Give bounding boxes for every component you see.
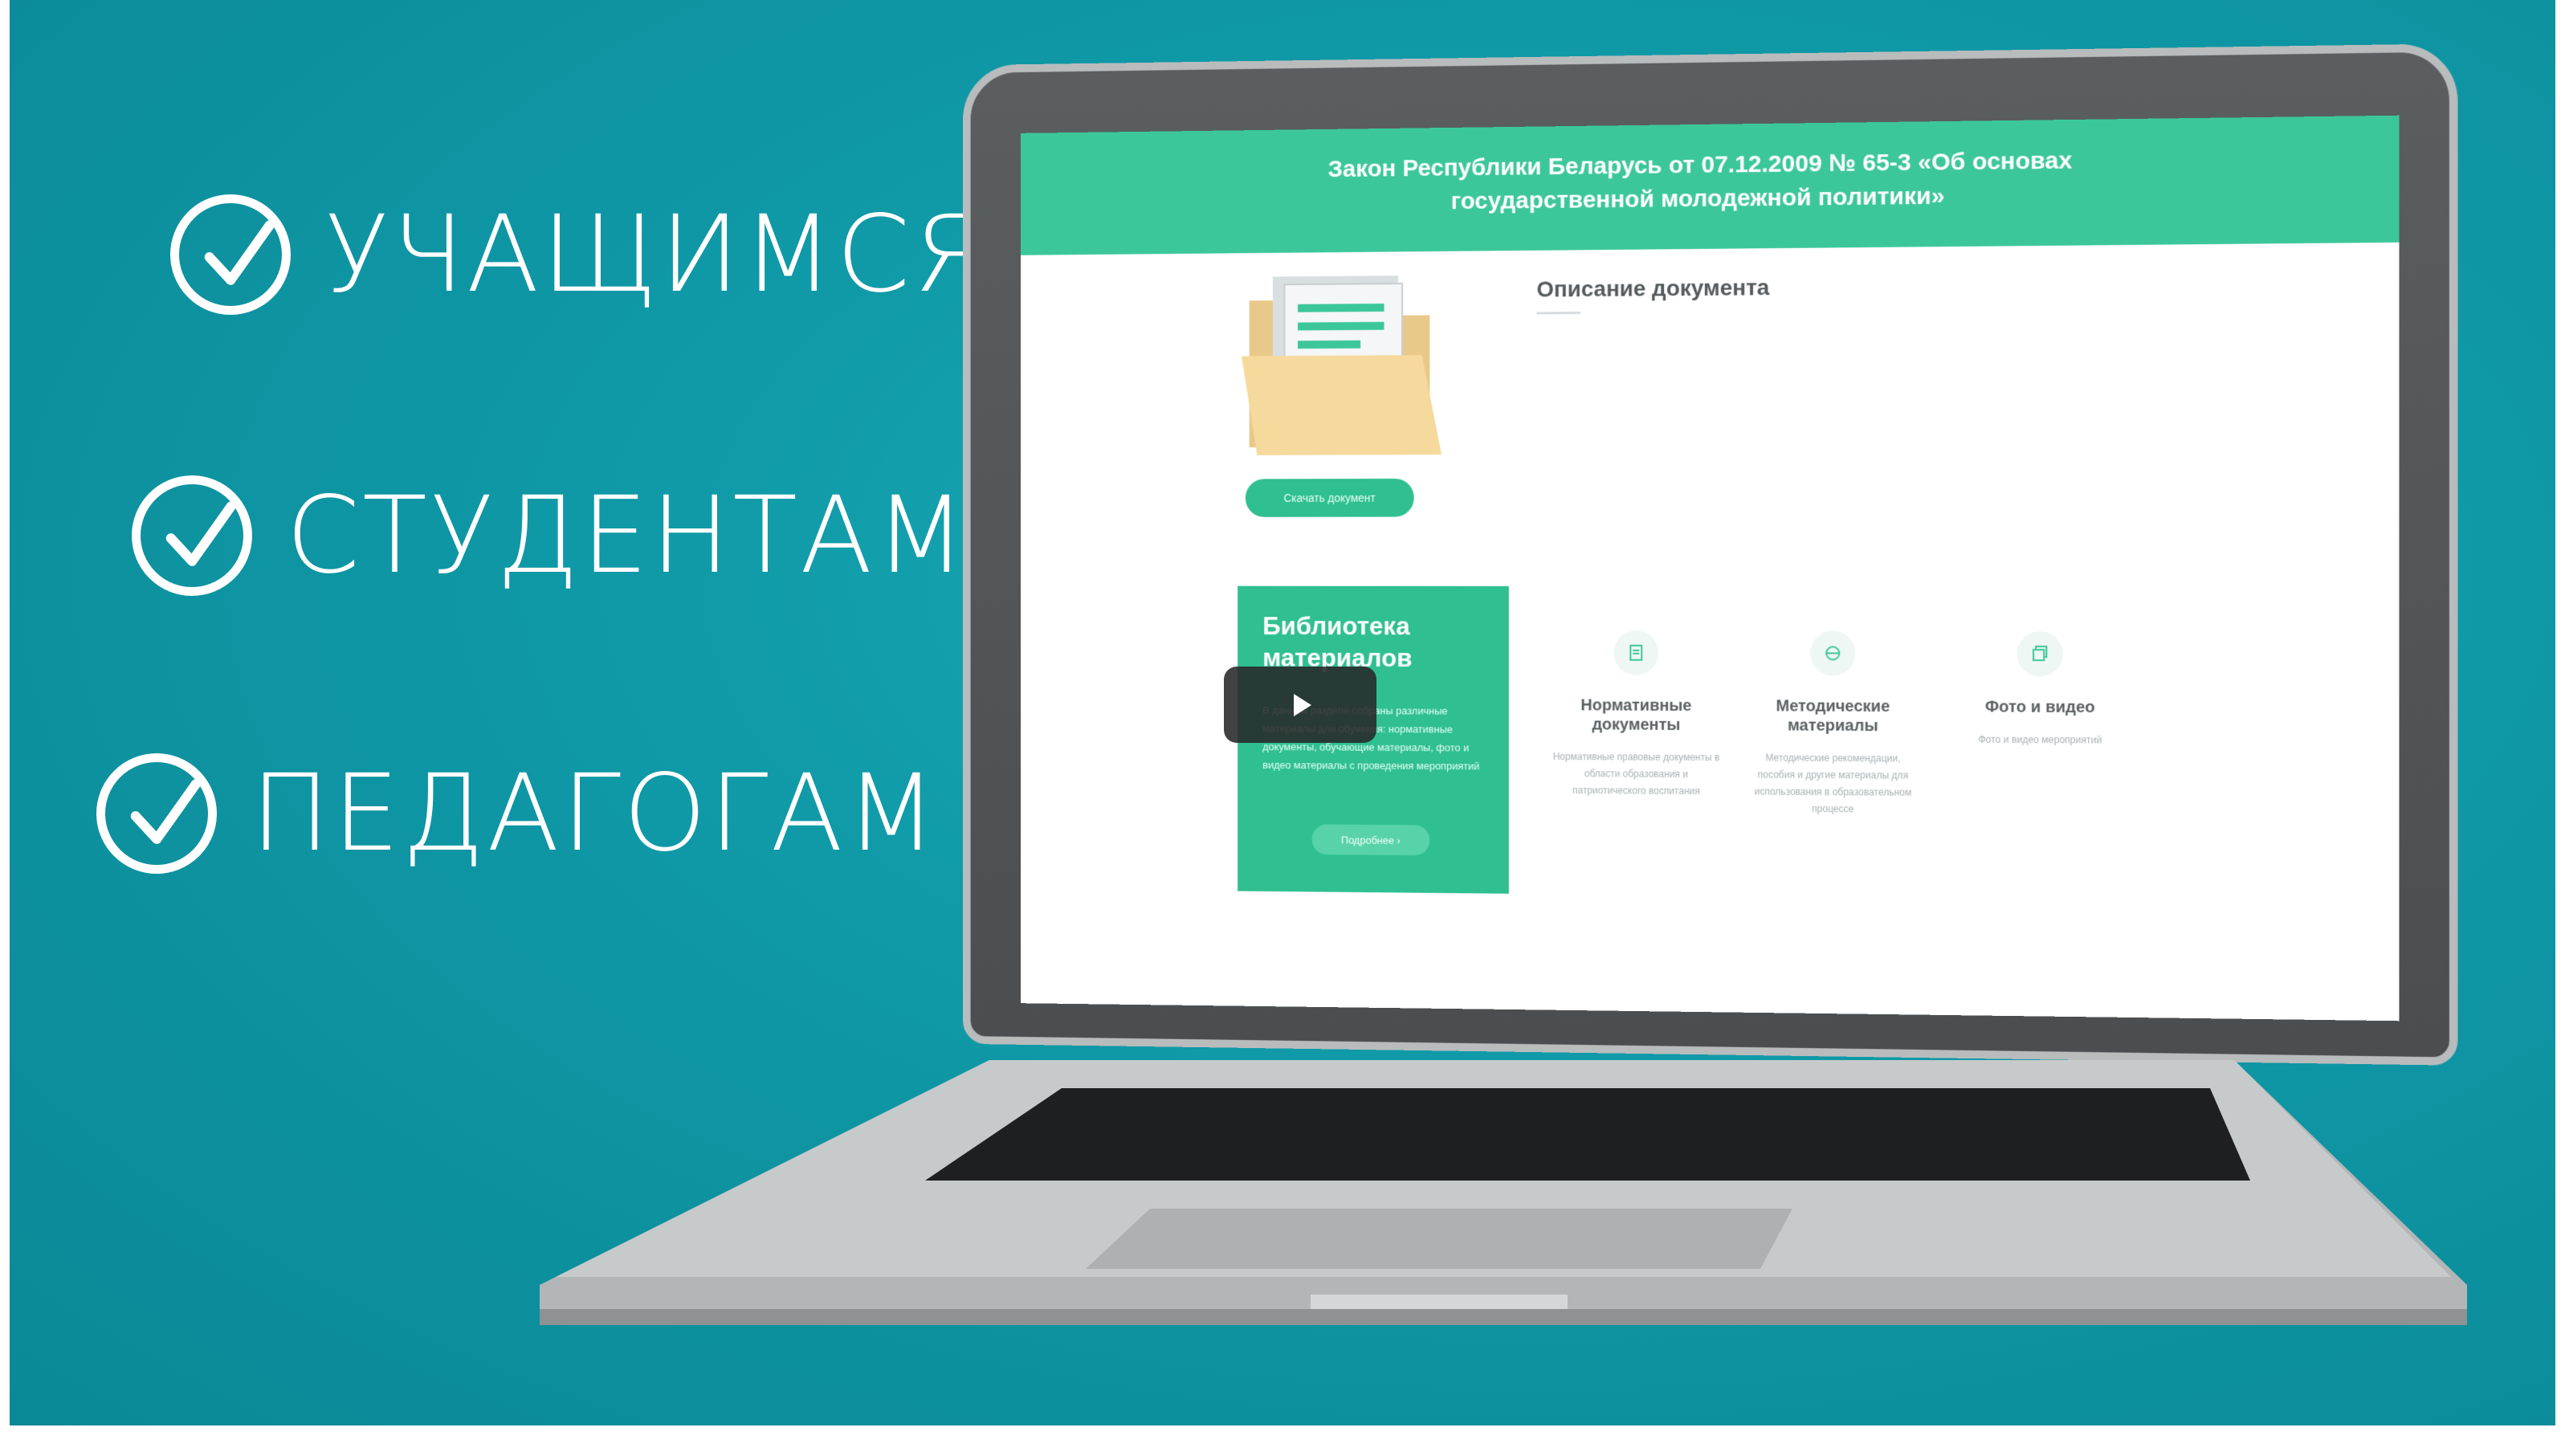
category-description: Фото и видео мероприятий [1978,733,2102,746]
category-title: Фото и видео [1984,698,2095,717]
category-photo-video[interactable]: Фото и видео Фото и видео мероприятий [1955,630,2127,749]
audience-item-university-students: СТУДЕНТАМ [132,474,969,597]
document-icon [1613,630,1659,675]
category-description: Нормативные правовые документы в области… [1552,751,1720,797]
play-icon [1294,693,1311,716]
audience-label: ПЕДАГОГАМ [251,752,940,875]
more-button[interactable]: Подробнее › [1311,824,1430,856]
check-circle-icon [96,753,217,874]
folder-icon [1241,275,1442,455]
methodology-icon [1810,630,1856,676]
download-document-button[interactable]: Скачать документ [1245,478,1414,517]
audience-item-teachers: ПЕДАГОГАМ [96,752,940,875]
video-player[interactable]: УЧАЩИМСЯ СТУДЕНТАМ ПЕДАГОГАМ Закон Респу… [10,0,2555,1425]
check-circle-icon [170,194,291,315]
audience-label: УЧАЩИМСЯ [324,193,989,316]
title-underline [1536,312,1580,315]
photo-icon [2017,630,2063,677]
category-description: Методические рекомендации, пособия и дру… [1754,752,1912,815]
video-frame: УЧАЩИМСЯ СТУДЕНТАМ ПЕДАГОГАМ Закон Респу… [0,0,2565,1456]
audience-checklist: УЧАЩИМСЯ СТУДЕНТАМ ПЕДАГОГАМ [10,0,986,964]
category-methodical-materials[interactable]: Методические материалы Методические реко… [1748,630,1918,818]
audience-item-students: УЧАЩИМСЯ [170,193,989,316]
description-title: Описание документа [1536,275,1770,302]
laptop-keyboard-base [540,1060,2467,1325]
laptop-screen: Закон Республики Беларусь от 07.12.2009 … [1020,115,2400,1022]
category-normative-documents[interactable]: Нормативные документы Нормативные правов… [1552,630,1720,801]
check-circle-icon [132,475,252,596]
play-button[interactable] [1224,667,1376,743]
category-title: Нормативные документы [1580,696,1692,734]
category-title: Методические материалы [1776,697,1890,736]
document-header: Закон Республики Беларусь от 07.12.2009 … [1020,115,2400,255]
audience-label: СТУДЕНТАМ [286,474,969,597]
library-title: Библиотека материалов [1262,611,1413,672]
